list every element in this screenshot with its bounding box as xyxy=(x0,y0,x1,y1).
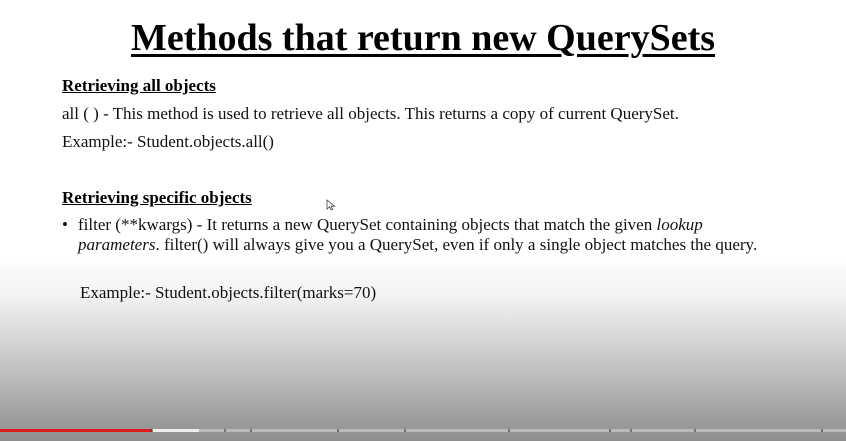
filter-text-part1: filter (**kwargs) - It returns a new Que… xyxy=(78,215,657,234)
chapter-divider-5 xyxy=(404,429,406,432)
chapter-divider-10 xyxy=(821,429,823,432)
filter-text-part2: . filter() will always give you a QueryS… xyxy=(155,235,758,254)
chapter-divider-2 xyxy=(224,429,226,432)
section-heading-retrieving-all: Retrieving all objects xyxy=(62,76,216,95)
chapter-divider-7 xyxy=(609,429,611,432)
progress-played xyxy=(0,429,153,432)
mouse-pointer-icon xyxy=(326,199,336,211)
slide-title: Methods that return new QuerySets xyxy=(130,17,716,59)
chapter-divider-6 xyxy=(508,429,510,432)
chapter-divider-8 xyxy=(630,429,632,432)
video-progress-bar[interactable] xyxy=(0,429,846,432)
chapter-divider-3 xyxy=(250,429,252,432)
slide: Methods that return new QuerySets Retrie… xyxy=(0,0,846,441)
filter-method-example: Example:- Student.objects.filter(marks=7… xyxy=(80,283,377,302)
bullet-marker: • xyxy=(62,215,68,234)
chapter-divider-1 xyxy=(151,429,153,432)
chapter-divider-9 xyxy=(694,429,696,432)
section-heading-retrieving-specific: Retrieving specific objects xyxy=(62,188,252,207)
chapter-divider-4 xyxy=(337,429,339,432)
filter-method-description: filter (**kwargs) - It returns a new Que… xyxy=(78,215,758,255)
all-method-example: Example:- Student.objects.all() xyxy=(62,132,274,151)
all-method-description: all ( ) - This method is used to retriev… xyxy=(62,104,679,123)
